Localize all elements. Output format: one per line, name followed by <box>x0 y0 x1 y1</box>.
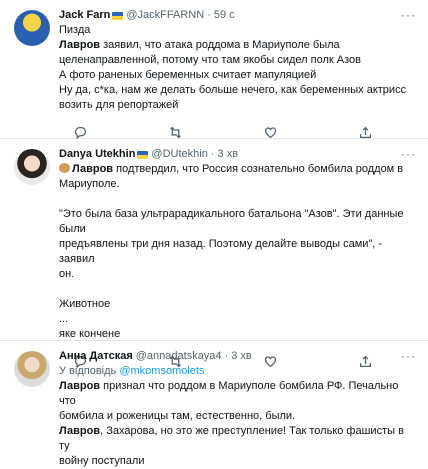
tweet-2[interactable]: Danya Utekhin @DUtekhin · 3 хв Лавров по… <box>0 139 428 368</box>
tweet-line <box>59 282 416 297</box>
tweet-body: Jack Farn @JackFFARNN · 59 с Пизда Лавро… <box>59 8 416 139</box>
more-icon[interactable]: ··· <box>401 349 416 363</box>
bold-name: Лавров <box>59 39 101 51</box>
tweet-line: целенаправленной, потому что там якобы с… <box>59 54 361 66</box>
dot-separator: · <box>207 9 211 21</box>
avatar[interactable] <box>14 149 50 185</box>
retweet-icon[interactable] <box>168 125 182 139</box>
tweet-line: бомбила и роженицы там, естественно, был… <box>59 410 296 422</box>
tweet-3[interactable]: Анна Датская @annadatskaya4 · 3 хв У від… <box>0 341 428 467</box>
more-icon[interactable]: ··· <box>401 8 416 22</box>
author-name[interactable]: Jack Farn <box>59 8 110 23</box>
tweet-line: Ну да, с*ка, нам же делать больше нечего… <box>59 84 407 96</box>
author-name[interactable]: Анна Датская <box>59 349 133 364</box>
more-icon[interactable]: ··· <box>401 147 416 161</box>
timestamp[interactable]: 3 хв <box>231 349 252 364</box>
tweet-line: Лавров признал что роддом в Мариуполе бо… <box>59 379 416 409</box>
tweet-line: яке кончене <box>59 328 121 340</box>
timestamp[interactable]: 3 хв <box>218 147 239 162</box>
tweet-text: Пизда Лавров заявил, что атака роддома в… <box>59 23 416 113</box>
author-handle[interactable]: @JackFFARNN <box>126 8 204 23</box>
ukraine-flag-icon <box>112 11 124 20</box>
tweet-line: "Это была база ультрарадикального баталь… <box>59 208 404 235</box>
reply-mention-link[interactable]: @mkomsomolets <box>119 365 204 377</box>
tweet-line-rest: подтвердил, что Россия сознательно бомби… <box>113 163 404 175</box>
tweet-line-rest: заявил, что атака роддома в Мариуполе бы… <box>100 39 340 51</box>
reply-prefix: У відповідь <box>59 365 117 377</box>
tweet-text: Лавров подтвердил, что Россия сознательн… <box>59 162 416 342</box>
reply-icon[interactable] <box>73 125 87 139</box>
tweet-line <box>59 192 416 207</box>
tweet-line: предъявлены три дня назад. Поэтому делай… <box>59 238 383 265</box>
tweet-body: Анна Датская @annadatskaya4 · 3 хв У від… <box>59 349 416 467</box>
tweet-line: возить для репортажей <box>59 99 179 111</box>
tweet-line: ... <box>59 313 69 325</box>
avatar[interactable] <box>14 351 50 387</box>
tweet-header: Jack Farn @JackFFARNN · 59 с <box>59 8 416 23</box>
tweet-line-rest: , Захарова, но это же преступление! Так … <box>59 425 404 452</box>
ukraine-flag-icon <box>137 150 149 159</box>
reply-context: У відповідь @mkomsomolets <box>59 364 416 379</box>
timestamp[interactable]: 59 с <box>214 8 235 23</box>
share-icon[interactable] <box>359 125 373 139</box>
tweet-line: Лавров заявил, что атака роддома в Мариу… <box>59 38 416 53</box>
tweet-line: А фото раненых беременных считает мапуля… <box>59 69 317 81</box>
dot-separator: · <box>210 148 215 160</box>
tweet-line: Мариуполе. <box>59 178 120 190</box>
author-handle[interactable]: @annadatskaya4 <box>136 349 222 364</box>
tweet-line: Пизда <box>59 24 91 36</box>
bear-emoji-icon <box>59 163 70 173</box>
tweet-text: Лавров признал что роддом в Мариуполе бо… <box>59 379 416 469</box>
tweet-header: Анна Датская @annadatskaya4 · 3 хв <box>59 349 416 364</box>
tweet-line: Животное <box>59 298 111 310</box>
bold-name: Лавров <box>59 380 101 392</box>
tweet-line-rest: признал что роддом в Мариуполе бомбила Р… <box>59 380 399 407</box>
bold-name: Лавров <box>59 425 101 437</box>
tweet-feed: Jack Farn @JackFFARNN · 59 с Пизда Лавро… <box>0 0 428 467</box>
dot-separator: · <box>224 350 229 362</box>
like-icon[interactable] <box>264 125 278 139</box>
tweet-body: Danya Utekhin @DUtekhin · 3 хв Лавров по… <box>59 147 416 368</box>
tweet-line: он. <box>59 268 75 280</box>
author-name[interactable]: Danya Utekhin <box>59 147 135 162</box>
bold-name: Лавров <box>72 163 114 175</box>
tweet-line: войну поступали <box>59 455 145 467</box>
avatar[interactable] <box>14 10 50 46</box>
tweet-header: Danya Utekhin @DUtekhin · 3 хв <box>59 147 416 162</box>
tweet-1[interactable]: Jack Farn @JackFFARNN · 59 с Пизда Лавро… <box>0 0 428 139</box>
author-handle[interactable]: @DUtekhin <box>151 147 207 162</box>
tweet-line: Лавров подтвердил, что Россия сознательн… <box>59 162 416 177</box>
tweet-line: Лавров, Захарова, но это же преступление… <box>59 424 416 454</box>
